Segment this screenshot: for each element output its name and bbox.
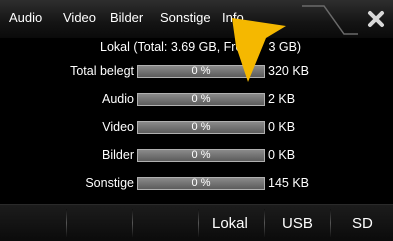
usage-bar-audio: 0 % [137, 93, 265, 106]
source-sd-button[interactable]: SD [352, 215, 373, 232]
divider [198, 209, 199, 237]
source-lokal-button[interactable]: Lokal [212, 215, 248, 232]
tab-video[interactable]: Video [63, 10, 96, 25]
row-label-sonstige: Sonstige [85, 176, 134, 190]
usage-percent-video: 0 % [191, 121, 211, 133]
bottom-source-bar: Lokal USB SD [0, 204, 393, 241]
divider [264, 209, 265, 237]
size-audio: 2 KB [268, 92, 296, 106]
row-label-bilder: Bilder [102, 148, 134, 162]
tab-divider-slant [302, 5, 358, 35]
divider [66, 209, 67, 237]
divider [132, 209, 133, 237]
usage-bar-bilder: 0 % [137, 149, 265, 162]
arrow-pointer-icon [232, 18, 286, 82]
usage-percent-bilder: 0 % [191, 149, 211, 161]
usage-percent-sonstige: 0 % [191, 177, 211, 189]
size-video: 0 KB [268, 120, 296, 134]
usage-bar-sonstige: 0 % [137, 177, 265, 190]
close-icon[interactable] [366, 9, 386, 29]
size-sonstige: 145 KB [268, 176, 310, 190]
row-label-total: Total belegt [70, 64, 134, 78]
summary-text: Lokal (Total: 3.69 GB, Fre [100, 40, 243, 54]
usage-bar-video: 0 % [137, 121, 265, 134]
top-tab-bar: Audio Video Bilder Sonstige Info [0, 0, 393, 38]
tab-bilder[interactable]: Bilder [110, 10, 143, 25]
divider [330, 209, 331, 237]
size-bilder: 0 KB [268, 148, 296, 162]
tab-audio[interactable]: Audio [9, 10, 42, 25]
source-usb-button[interactable]: USB [282, 215, 313, 232]
usage-percent-audio: 0 % [191, 93, 211, 105]
row-label-audio: Audio [102, 92, 134, 106]
row-label-video: Video [102, 120, 134, 134]
tab-sonstige[interactable]: Sonstige [160, 10, 211, 25]
